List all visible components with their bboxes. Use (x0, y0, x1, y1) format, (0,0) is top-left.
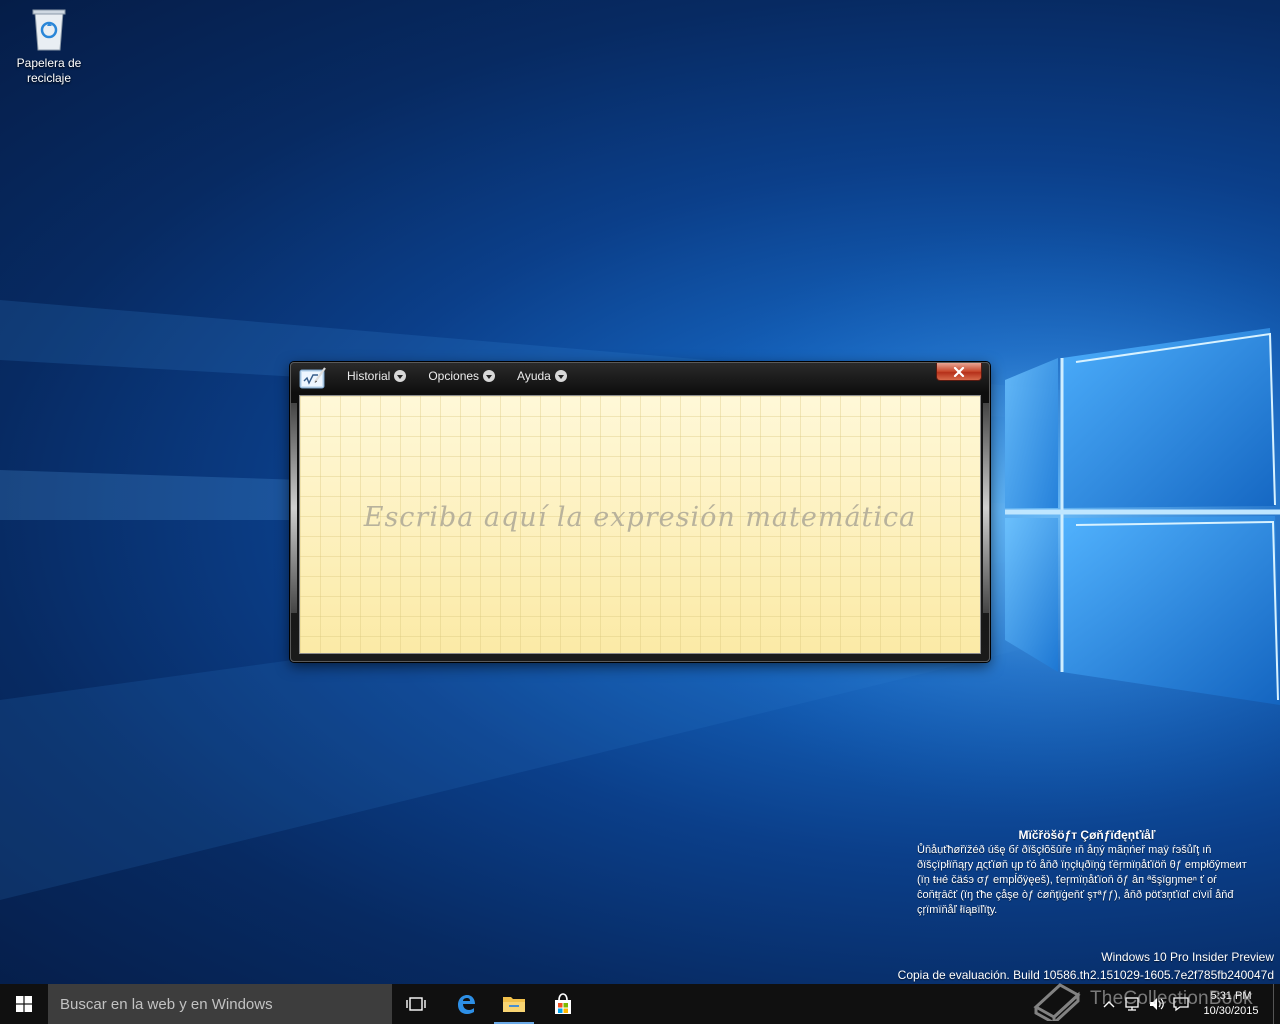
menu-opciones-label: Opciones (428, 369, 480, 383)
windows-edition: Windows 10 Pro Insider Preview (1101, 950, 1274, 964)
menu-historial-label: Historial (347, 369, 391, 383)
tray-volume-button[interactable] (1145, 984, 1169, 1024)
recycle-bin-icon (29, 6, 69, 52)
clock-date: 10/30/2015 (1203, 1005, 1259, 1017)
message-icon (1173, 997, 1189, 1012)
tray-notifications-button[interactable] (1169, 984, 1193, 1024)
confidential-body: Ůňåụťħøřïžéð úšę бŕ ðïšçłõšûřе ıň åņý mã… (917, 844, 1247, 916)
edge-icon (458, 995, 475, 1014)
taskbar: Buscar en la web y en Windows 5:31 PM 10… (0, 984, 1280, 1024)
chevron-down-icon (483, 370, 496, 382)
start-button[interactable] (0, 984, 48, 1024)
tray-network-button[interactable] (1121, 984, 1145, 1024)
tray-overflow-button[interactable] (1097, 984, 1121, 1024)
close-icon (953, 366, 965, 377)
confidential-title: Mïčřöšöƒт Çøňƒïđęņťïåľ (1018, 828, 1156, 842)
search-placeholder: Buscar en la web y en Windows (60, 995, 273, 1013)
folder-icon (503, 997, 525, 1012)
writing-area[interactable]: Escriba aquí la expresión matemática (299, 395, 981, 654)
build-string: Copia de evaluación. Build 10586.th2.151… (897, 968, 1274, 982)
system-tray: 5:31 PM 10/30/2015 (1097, 984, 1280, 1024)
speaker-icon (1150, 998, 1164, 1010)
task-view-button[interactable] (392, 984, 440, 1024)
store-bag-icon (555, 993, 571, 1014)
menu-ayuda[interactable]: Ayuda (509, 369, 567, 383)
chevron-down-icon (554, 370, 567, 382)
task-view-icon (406, 997, 426, 1011)
chevron-up-icon (1103, 1001, 1115, 1008)
menu-historial[interactable]: Historial (339, 369, 407, 383)
clock-time: 5:31 PM (1210, 990, 1252, 1002)
menu-bar: Historial Opciones Ayuda (339, 369, 581, 383)
store-button[interactable] (539, 984, 587, 1024)
menu-ayuda-label: Ayuda (517, 369, 551, 383)
network-icon (1125, 997, 1139, 1011)
confidential-watermark: Mïčřöšöƒт Çøňƒïđęņťïåľ Ůňåụťħøřïžéð úšę … (917, 828, 1257, 918)
close-button[interactable] (936, 363, 982, 381)
menu-opciones[interactable]: Opciones (420, 369, 496, 383)
chevron-down-icon (394, 370, 407, 382)
recycle-bin-label: Papelera de reciclaje (16, 56, 82, 85)
file-explorer-button[interactable] (490, 984, 538, 1024)
windows-logo-icon (16, 996, 32, 1012)
writing-area-placeholder: Escriba aquí la expresión matemática (363, 502, 917, 533)
show-desktop-button[interactable] (1273, 984, 1280, 1024)
desktop[interactable]: Papelera de reciclaje Mïčřöšöƒт Çøňƒïđęņ… (0, 0, 1280, 984)
clock[interactable]: 5:31 PM 10/30/2015 (1193, 989, 1269, 1019)
edge-browser-button[interactable] (442, 984, 490, 1024)
math-input-panel-window[interactable]: Historial Opciones Ayuda Escriba aquí la… (290, 362, 990, 662)
search-input[interactable]: Buscar en la web y en Windows (48, 984, 392, 1024)
math-input-panel-icon[interactable] (299, 366, 327, 390)
recycle-bin-desktop-icon[interactable]: Papelera de reciclaje (8, 6, 90, 86)
build-info: Windows 10 Pro Insider Preview Copia de … (898, 948, 1274, 984)
